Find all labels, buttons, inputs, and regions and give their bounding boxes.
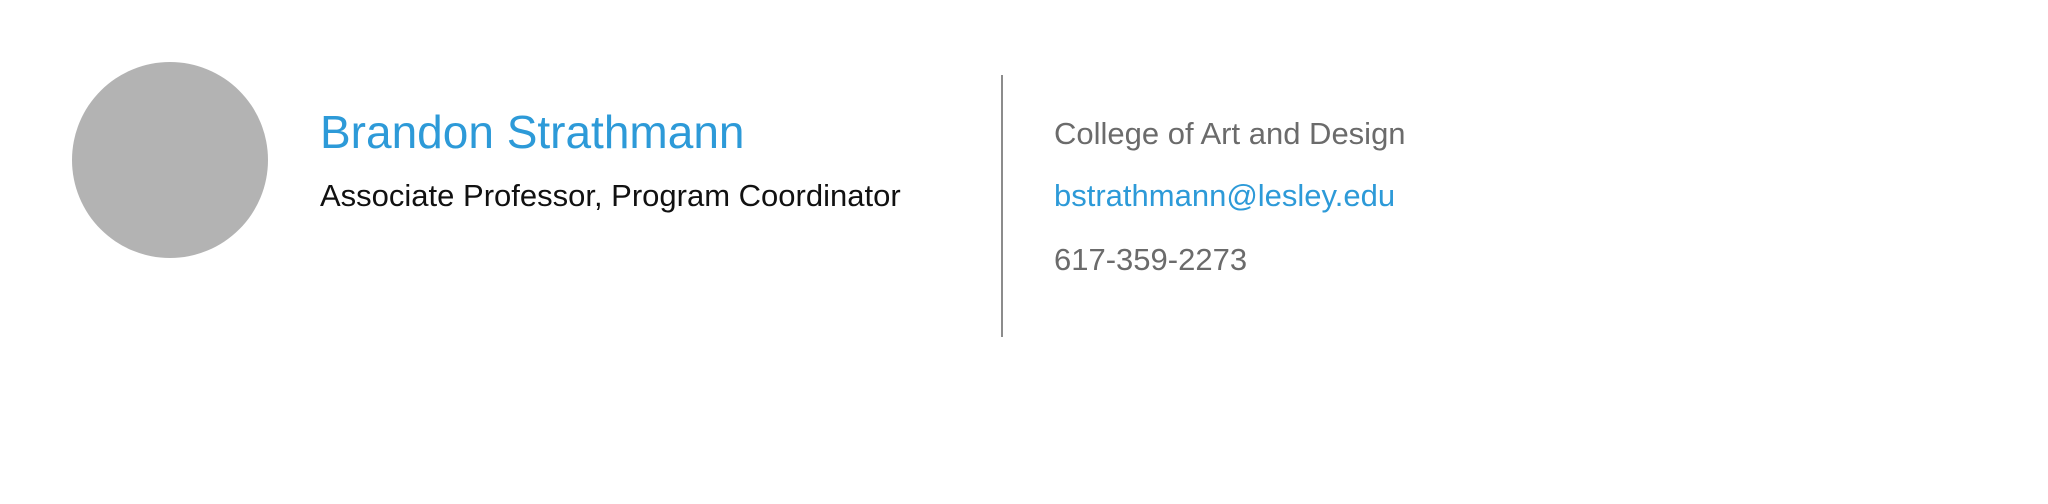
college-name: College of Art and Design bbox=[1054, 116, 1406, 151]
profile-card: Brandon Strathmann Associate Professor, … bbox=[0, 0, 2048, 504]
email-link[interactable]: bstrathmann@lesley.edu bbox=[1054, 176, 1406, 216]
profile-role: Associate Professor, Program Coordinator bbox=[320, 178, 901, 213]
profile-name: Brandon Strathmann bbox=[320, 106, 745, 158]
profile-identity: Brandon Strathmann Associate Professor, … bbox=[320, 104, 901, 216]
vertical-divider bbox=[1001, 75, 1003, 337]
phone-number: 617-359-2273 bbox=[1054, 242, 1248, 277]
avatar bbox=[72, 62, 268, 258]
contact-info: College of Art and Design bstrathmann@le… bbox=[1054, 114, 1406, 280]
